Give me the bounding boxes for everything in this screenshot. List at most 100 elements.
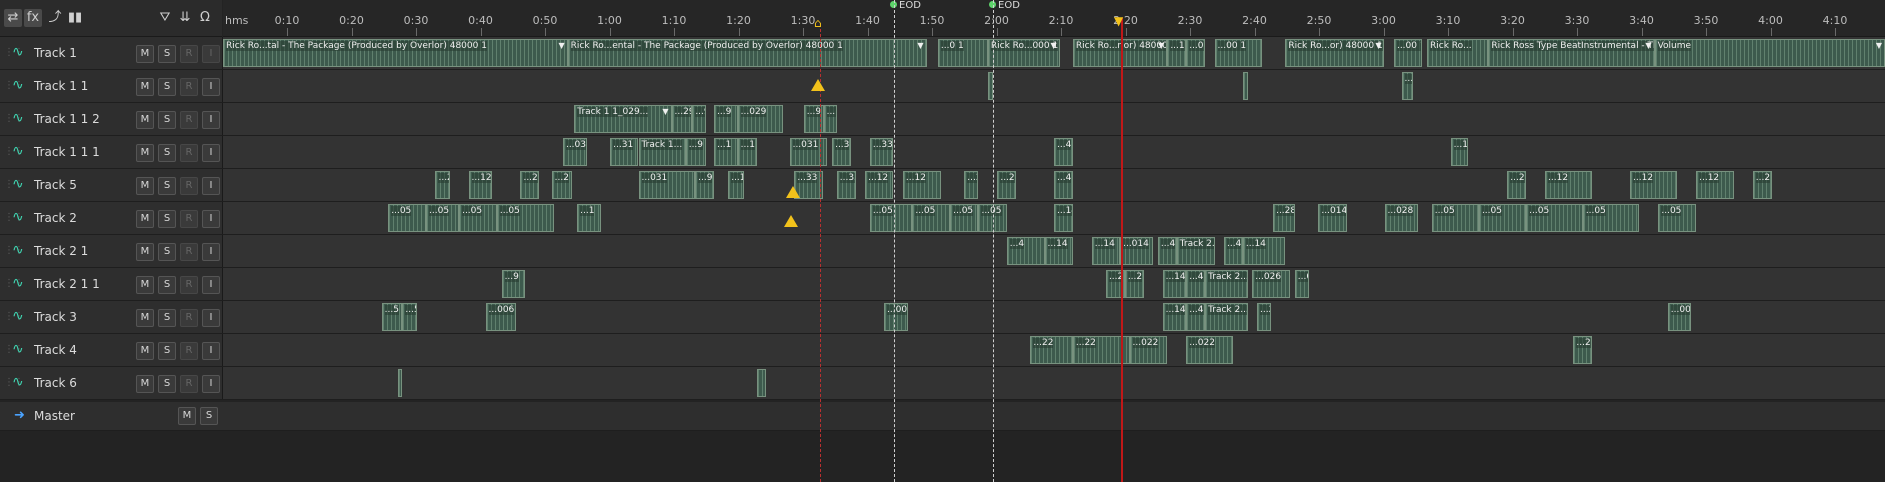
master-mute-button[interactable]: M <box>178 407 196 425</box>
audio-clip[interactable]: ...1 <box>714 138 738 166</box>
track-name[interactable]: Track 1 1 1 <box>34 145 100 159</box>
track-header[interactable]: ⋮⋮ ∿ Track 1 1 1MSRI <box>0 136 223 168</box>
audio-clip[interactable]: ...2 <box>520 171 540 199</box>
mute-button[interactable]: M <box>136 111 154 129</box>
switch-view-icon[interactable]: ⇄ <box>4 9 22 27</box>
record-arm-button[interactable]: R <box>180 78 198 96</box>
solo-button[interactable]: S <box>158 309 176 327</box>
audio-clip[interactable]: ...4 <box>1186 303 1206 331</box>
audio-clip[interactable]: ...9 <box>714 105 738 133</box>
audio-clip[interactable]: Rick Ro...tal - The Package (Produced by… <box>223 39 568 67</box>
audio-clip[interactable]: ...31 <box>610 138 639 166</box>
audio-clip[interactable]: ...12_1 <box>1450 138 1468 166</box>
audio-clip[interactable]: Track 2... <box>1176 237 1215 265</box>
record-arm-button[interactable]: R <box>180 210 198 228</box>
track-lane[interactable]: ...3 <box>223 70 1885 102</box>
solo-button[interactable]: S <box>158 177 176 195</box>
audio-clip[interactable]: ...2 <box>1124 270 1144 298</box>
track-lane[interactable]: ...2 ...12 ...2 ...2 ...031 ...9 ...1 ...33 ...3… <box>223 169 1885 201</box>
audio-clip[interactable]: ...14 <box>1162 303 1187 331</box>
loop-marker-icon[interactable]: ⌂ <box>814 16 822 30</box>
track-lane[interactable]: ...5 ...5 ...006 ...006 ...14...4 Track 2....… <box>223 301 1885 333</box>
audio-clip[interactable]: ...028 <box>1384 204 1418 232</box>
audio-clip[interactable]: ...12 <box>902 171 941 199</box>
audio-clip[interactable]: ...2 <box>1507 171 1527 199</box>
record-arm-button[interactable]: R <box>180 177 198 195</box>
audio-clip[interactable]: ...22 <box>1030 336 1073 364</box>
send-icon[interactable]: ⤴ <box>46 9 64 27</box>
input-monitor-button[interactable]: I <box>202 375 220 393</box>
audio-clip[interactable]: ...4 <box>1054 171 1073 199</box>
audio-clip[interactable]: ...4 <box>1006 237 1045 265</box>
record-arm-button[interactable]: R <box>180 276 198 294</box>
record-arm-button[interactable]: R <box>180 243 198 261</box>
audio-clip[interactable]: ...1 <box>577 204 601 232</box>
audio-clip[interactable]: ...006 <box>1667 303 1692 331</box>
mute-button[interactable]: M <box>136 309 154 327</box>
record-arm-button[interactable]: R <box>180 375 198 393</box>
audio-clip[interactable]: ...3 <box>832 138 851 166</box>
audio-clip[interactable]: ...2 <box>551 171 573 199</box>
audio-clip[interactable]: ...4 <box>1223 237 1243 265</box>
input-monitor-button[interactable]: I <box>202 111 220 129</box>
audio-clip[interactable]: ...2 <box>1257 303 1272 331</box>
audio-clip[interactable]: ...4 <box>1186 270 1206 298</box>
audio-clip[interactable]: Rick Ro... <box>1427 39 1489 67</box>
audio-clip[interactable]: ...9 <box>695 171 715 199</box>
audio-clip[interactable]: ...031 <box>638 171 696 199</box>
headphones-icon[interactable]: Ω <box>196 9 214 27</box>
track-header[interactable]: ⋮⋮ ∿ Track 3MSRI <box>0 301 223 333</box>
meter-icon[interactable]: ▮▮ <box>66 9 84 27</box>
record-arm-button[interactable]: R <box>180 144 198 162</box>
audio-clip[interactable]: ...00 1 <box>1214 39 1262 67</box>
audio-clip[interactable]: ...031 <box>562 138 587 166</box>
input-monitor-button[interactable]: I <box>202 342 220 360</box>
audio-clip[interactable]: Track 1... <box>638 138 686 166</box>
playhead[interactable] <box>1121 18 1123 482</box>
solo-button[interactable]: S <box>158 276 176 294</box>
audio-clip[interactable]: ...1 <box>728 171 745 199</box>
audio-clip[interactable]: ...0 1 <box>937 39 988 67</box>
audio-clip[interactable]: ...022 <box>1129 336 1168 364</box>
audio-clip[interactable]: ...006 <box>485 303 516 331</box>
master-track[interactable]: ➜ Master M S <box>0 402 1885 431</box>
track-name[interactable]: Track 3 <box>34 310 77 324</box>
mute-button[interactable]: M <box>136 45 154 63</box>
mute-button[interactable]: M <box>136 210 154 228</box>
input-monitor-button[interactable]: I <box>202 45 220 63</box>
track-name[interactable]: Track 1 <box>34 46 77 60</box>
audio-clip[interactable]: ...33 <box>836 171 856 199</box>
mute-button[interactable]: M <box>136 78 154 96</box>
mute-button[interactable]: M <box>136 177 154 195</box>
metronome-icon[interactable]: ⛛ <box>156 9 174 27</box>
audio-clip[interactable]: ...026 <box>1252 270 1291 298</box>
audio-clip[interactable]: Track 1 1_029... ▼ <box>574 105 672 133</box>
audio-clip[interactable]: Volume ▼ <box>1654 39 1885 67</box>
track-name[interactable]: Track 6 <box>34 376 77 390</box>
track-lane[interactable]: Rick Ro...tal - The Package (Produced by… <box>223 37 1885 69</box>
audio-clip[interactable]: ...12 <box>865 171 894 199</box>
audio-clip[interactable]: ...2 <box>1752 171 1772 199</box>
track-header[interactable]: ⋮⋮ ∿ Track 1 1MSRI <box>0 70 223 102</box>
track-lane[interactable]: ...031 ...31 Track 1... ...9 ...1 ...1 ...031.… <box>223 136 1885 168</box>
warning-icon[interactable] <box>786 186 800 198</box>
track-header[interactable]: ⋮⋮ ∿ Track 2MSRI <box>0 202 223 234</box>
solo-button[interactable]: S <box>158 144 176 162</box>
solo-button[interactable]: S <box>158 375 176 393</box>
track-header[interactable]: ⋮⋮ ∿ Track 1MSRI <box>0 37 223 69</box>
solo-button[interactable]: S <box>158 342 176 360</box>
track-header[interactable]: ⋮⋮ ∿ Track 6MSRI <box>0 367 223 399</box>
audio-clip[interactable]: ...12 <box>468 171 493 199</box>
clip-menu-icon[interactable]: ▼ <box>559 41 565 50</box>
audio-clip[interactable]: ...3 <box>1401 72 1413 100</box>
record-arm-button[interactable]: R <box>180 309 198 327</box>
audio-clip[interactable]: ...05 <box>388 204 427 232</box>
audio-clip[interactable]: ...05 <box>1431 204 1479 232</box>
audio-clip[interactable] <box>397 369 403 397</box>
clip-menu-icon[interactable]: ▼ <box>917 41 923 50</box>
audio-clip[interactable]: ...0 1 <box>1186 39 1206 67</box>
solo-button[interactable]: S <box>158 210 176 228</box>
track-lane[interactable]: Track 1 1_029...▼...29...9...9...029...9… <box>223 103 1885 135</box>
audio-clip[interactable]: ...5 <box>381 303 403 331</box>
audio-clip[interactable]: ...9 <box>685 138 707 166</box>
